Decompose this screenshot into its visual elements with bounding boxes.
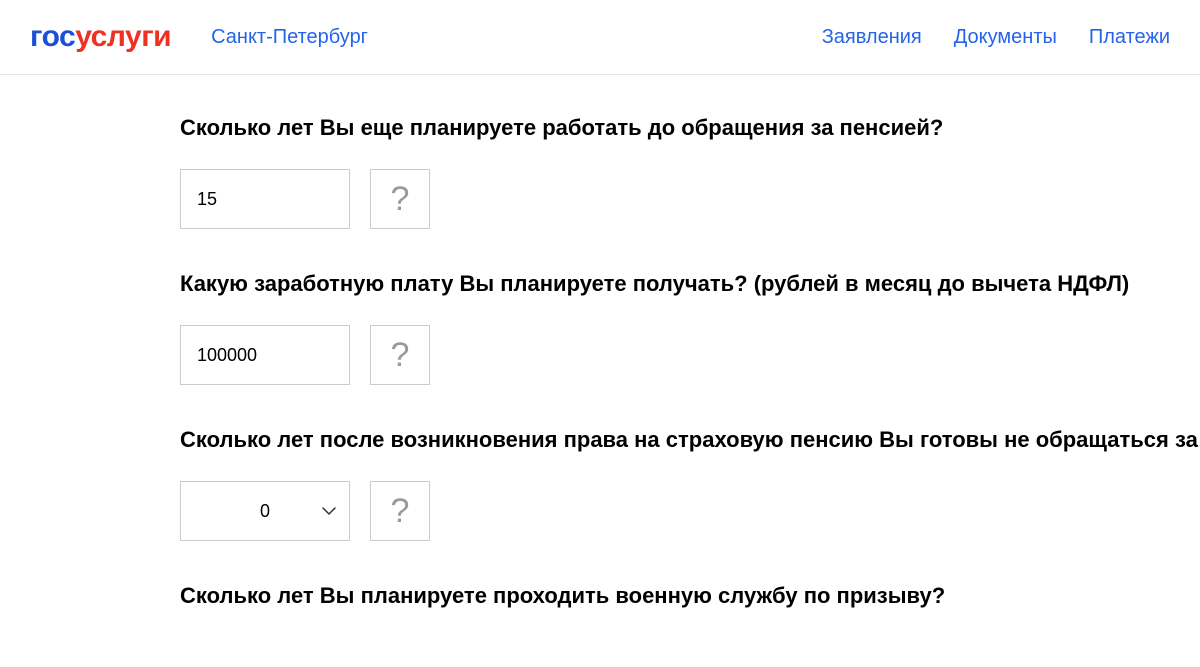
- form-group-defer-years: Сколько лет после возникновения права на…: [180, 427, 1200, 541]
- question-military: Сколько лет Вы планируете проходить воен…: [180, 583, 1200, 609]
- logo-part2: услуги: [75, 20, 171, 53]
- nav-payments[interactable]: Платежи: [1089, 26, 1170, 49]
- nav: Заявления Документы Платежи: [822, 26, 1170, 49]
- logo[interactable]: госуслуги: [30, 20, 171, 54]
- input-row: ?: [180, 325, 1200, 385]
- help-button[interactable]: ?: [370, 169, 430, 229]
- logo-part1: гос: [30, 20, 75, 53]
- form-group-years-work: Сколько лет Вы еще планируете работать д…: [180, 115, 1200, 229]
- nav-applications[interactable]: Заявления: [822, 26, 922, 49]
- years-work-input[interactable]: [180, 169, 350, 229]
- input-row: 0 ?: [180, 481, 1200, 541]
- help-button[interactable]: ?: [370, 325, 430, 385]
- input-row: ?: [180, 169, 1200, 229]
- select-wrapper: 0: [180, 481, 350, 541]
- question-salary: Какую заработную плату Вы планируете пол…: [180, 271, 1200, 297]
- defer-years-select[interactable]: 0: [180, 481, 350, 541]
- select-value: 0: [197, 501, 333, 522]
- form-group-salary: Какую заработную плату Вы планируете пол…: [180, 271, 1200, 385]
- question-years-work: Сколько лет Вы еще планируете работать д…: [180, 115, 1200, 141]
- nav-documents[interactable]: Документы: [954, 26, 1057, 49]
- form-group-military: Сколько лет Вы планируете проходить воен…: [180, 583, 1200, 609]
- city-selector[interactable]: Санкт-Петербург: [211, 26, 368, 49]
- salary-input[interactable]: [180, 325, 350, 385]
- question-defer-years: Сколько лет после возникновения права на…: [180, 427, 1200, 453]
- help-button[interactable]: ?: [370, 481, 430, 541]
- header: госуслуги Санкт-Петербург Заявления Доку…: [0, 0, 1200, 75]
- form-content: Сколько лет Вы еще планируете работать д…: [0, 75, 1200, 609]
